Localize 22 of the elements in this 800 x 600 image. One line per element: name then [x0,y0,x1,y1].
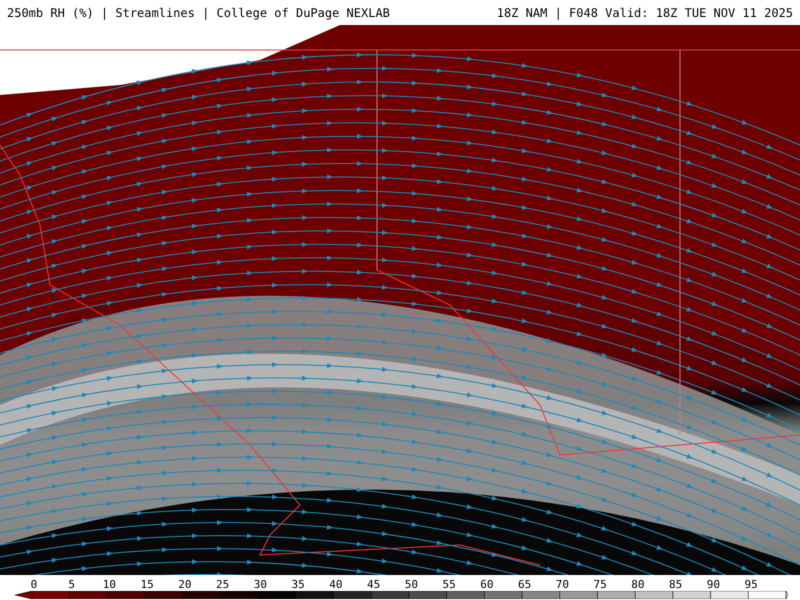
colorbar-label: 40 [329,579,342,590]
colorbar-label: 25 [216,579,230,590]
colorbar-label: 60 [480,579,494,590]
colorbar-label: 45 [367,579,380,590]
model-run-info: 18Z NAM | F048 Valid: 18Z TUE NOV 11 2025 [496,4,793,22]
colorbar-label: 5 [68,579,75,590]
colorbar-label: 55 [442,579,456,590]
colorbar-label: 35 [292,579,305,590]
colorbar-label: 50 [404,579,418,590]
map-title: 250mb RH (%) | Streamlines | College of DuPage NEXLAB [7,4,390,22]
colorbar-label: 20 [178,579,192,590]
colorbar-label: 0 [30,579,38,590]
colorbar-label: 15 [140,579,154,590]
colorbar-label: 90 [706,579,720,590]
colorbar-label: 75 [594,579,607,590]
colorbar-label: 65 [518,579,532,590]
colorbar-label: 30 [254,579,267,590]
colorbar-label: 10 [102,579,116,590]
colorbar-label: 95 [744,579,758,590]
colorbar-label: 85 [669,579,682,590]
colorbar-label: 80 [631,579,644,590]
colorbar-label: 70 [556,579,569,590]
